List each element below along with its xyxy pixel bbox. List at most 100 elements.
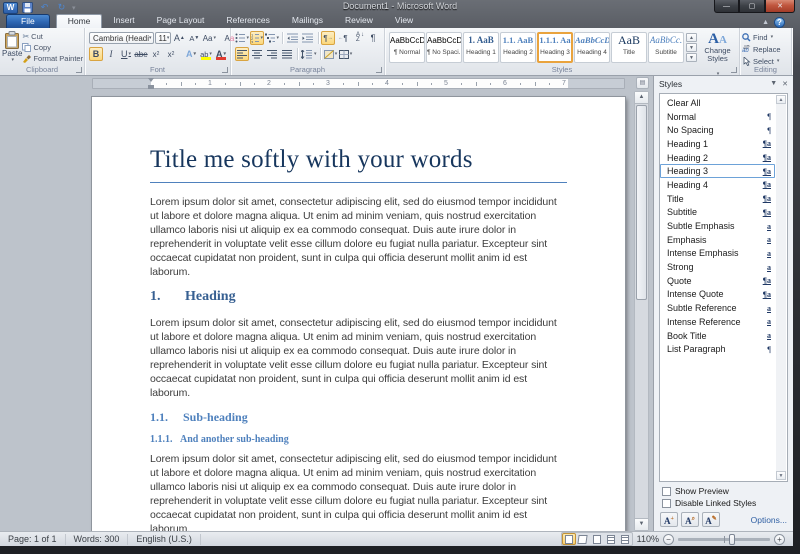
numbering-button[interactable]: 123▾ <box>250 31 264 45</box>
multilevel-list-button[interactable]: ▾ <box>265 31 279 45</box>
first-line-indent-marker[interactable] <box>148 78 154 82</box>
align-right-button[interactable] <box>265 47 279 61</box>
status-language[interactable]: English (U.S.) <box>128 534 201 545</box>
styles-pane-item-subtitle[interactable]: Subtitle¶a <box>660 206 775 220</box>
bullets-button[interactable]: ▾ <box>235 31 249 45</box>
align-left-button[interactable] <box>235 47 249 61</box>
styles-pane-item-no-spacing[interactable]: No Spacing¶ <box>660 123 775 137</box>
tab-mailings[interactable]: Mailings <box>281 14 334 28</box>
shrink-font-button[interactable]: A▼ <box>187 31 201 45</box>
styles-dialog-launcher-icon[interactable] <box>731 67 737 73</box>
decrease-indent-button[interactable] <box>286 31 300 45</box>
styles-pane-item-heading-1[interactable]: Heading 1¶a <box>660 137 775 151</box>
borders-button[interactable]: ▾ <box>339 47 353 61</box>
status-word-count[interactable]: Words: 300 <box>66 534 129 545</box>
view-web-layout-button[interactable] <box>590 533 604 545</box>
change-case-button[interactable]: Aa▾ <box>202 31 216 45</box>
vertical-scrollbar[interactable]: ▲ ▼ <box>634 91 649 531</box>
scrollbar-thumb[interactable] <box>636 105 647 300</box>
replace-button[interactable]: ab Replace <box>742 43 789 55</box>
zoom-level[interactable]: 110% <box>637 534 659 544</box>
styles-pane-item-heading-2[interactable]: Heading 2¶a <box>660 151 775 165</box>
minimize-ribbon-icon[interactable]: ▲ <box>762 19 769 26</box>
view-print-layout-button[interactable] <box>562 533 576 545</box>
options-link[interactable]: Options... <box>751 515 787 525</box>
document-page[interactable]: Title me softly with your wordsLorem ips… <box>92 97 625 531</box>
close-button[interactable]: ✕ <box>765 0 795 13</box>
right-to-left-text-button[interactable]: ←¶ <box>336 31 350 45</box>
styles-pane-item-heading-3[interactable]: Heading 3¶a <box>660 164 775 178</box>
style-inspector-button[interactable]: A⌕ <box>681 512 699 527</box>
maximize-button[interactable]: ▢ <box>739 0 765 13</box>
style-gallery-item-h2[interactable]: 1.1. AaBHeading 2 <box>500 32 536 63</box>
strikethrough-button[interactable]: abe <box>134 47 148 61</box>
tab-review[interactable]: Review <box>334 14 384 28</box>
highlight-color-button[interactable]: ab▾ <box>199 47 213 61</box>
styles-pane-item-intense-reference[interactable]: Intense Referencea <box>660 315 775 329</box>
text-effects-button[interactable]: A▾ <box>184 47 198 61</box>
tab-home[interactable]: Home <box>56 14 103 28</box>
styles-pane-item-subtle-reference[interactable]: Subtle Referencea <box>660 301 775 315</box>
help-icon[interactable]: ? <box>774 17 785 28</box>
show-preview-checkbox[interactable] <box>662 487 671 496</box>
tab-file[interactable]: File <box>6 14 50 28</box>
styles-pane-item-clear-all[interactable]: Clear All <box>660 96 775 110</box>
style-gallery-item-h4[interactable]: AaBbCcDHeading 4 <box>574 32 610 63</box>
status-page-count[interactable]: Page: 1 of 1 <box>0 534 66 545</box>
grow-font-button[interactable]: A▲ <box>172 31 186 45</box>
align-center-button[interactable] <box>250 47 264 61</box>
new-style-button[interactable]: A+ <box>660 512 678 527</box>
styles-pane-item-book-title[interactable]: Book Titlea <box>660 329 775 343</box>
styles-pane-item-intense-quote[interactable]: Intense Quote¶a <box>660 288 775 302</box>
ruler-toggle-button[interactable]: ▤ <box>636 77 649 89</box>
styles-scroll-down-icon[interactable]: ▼ <box>776 471 786 480</box>
styles-list-scrollbar[interactable]: ▲ ▼ <box>776 95 786 480</box>
show-preview-option[interactable]: Show Preview <box>662 485 793 497</box>
subscript-button[interactable]: x2 <box>149 47 163 61</box>
shading-button[interactable]: ▾ <box>324 47 338 61</box>
disable-linked-styles-checkbox[interactable] <box>662 499 671 508</box>
zoom-slider[interactable] <box>678 538 770 541</box>
style-gallery-item-title[interactable]: AaBTitle <box>611 32 647 63</box>
line-spacing-button[interactable]: ▾ <box>301 47 317 61</box>
tab-references[interactable]: References <box>215 14 280 28</box>
font-size-combo[interactable]: 11▾ <box>155 32 172 44</box>
tab-view[interactable]: View <box>384 14 424 28</box>
superscript-button[interactable]: x2 <box>164 47 178 61</box>
minimize-button[interactable]: — <box>714 0 739 13</box>
styles-pane-menu-icon[interactable]: ▼ <box>770 80 777 88</box>
styles-pane-item-heading-4[interactable]: Heading 4¶a <box>660 178 775 192</box>
left-to-right-text-button[interactable]: ¶→ <box>321 31 335 45</box>
gallery-scroll-down-icon[interactable]: ▼ <box>686 43 697 52</box>
show-hide-pilcrow-button[interactable]: ¶ <box>366 31 380 45</box>
copy-button[interactable]: Copy <box>22 43 83 53</box>
font-color-button[interactable]: A▾ <box>214 47 228 61</box>
style-gallery-item-h3[interactable]: 1.1.1. AaHeading 3 <box>537 32 573 63</box>
manage-styles-button[interactable]: A✎ <box>702 512 720 527</box>
font-dialog-launcher-icon[interactable] <box>222 67 228 73</box>
sort-button[interactable]: AZ↓ <box>351 31 365 45</box>
find-button[interactable]: Find▾ <box>742 31 789 43</box>
view-outline-button[interactable] <box>604 533 618 545</box>
styles-pane-item-emphasis[interactable]: Emphasisa <box>660 233 775 247</box>
clipboard-dialog-launcher-icon[interactable] <box>76 67 82 73</box>
style-gallery-item-subtitle[interactable]: AaBbCc.Subtitle <box>648 32 684 63</box>
increase-indent-button[interactable] <box>301 31 315 45</box>
scroll-up-icon[interactable]: ▲ <box>635 92 648 104</box>
styles-pane-item-strong[interactable]: Stronga <box>660 260 775 274</box>
font-name-combo[interactable]: Cambria (Headi▾ <box>89 32 154 44</box>
styles-pane-close-icon[interactable]: ✕ <box>782 80 788 88</box>
hanging-indent-marker[interactable] <box>148 85 154 89</box>
cut-button[interactable]: ✂Cut <box>22 32 83 42</box>
style-gallery-item-h1[interactable]: 1. AaBHeading 1 <box>463 32 499 63</box>
styles-pane-item-list-paragraph[interactable]: List Paragraph¶ <box>660 342 775 356</box>
styles-pane-item-subtle-emphasis[interactable]: Subtle Emphasisa <box>660 219 775 233</box>
style-gallery-item-nospacing[interactable]: AaBbCcDc¶ No Spaci... <box>426 32 462 63</box>
styles-pane-item-quote[interactable]: Quote¶a <box>660 274 775 288</box>
styles-pane-item-title[interactable]: Title¶a <box>660 192 775 206</box>
gallery-scroll-up-icon[interactable]: ▲ <box>686 33 697 42</box>
gallery-more-icon[interactable]: ▼ <box>686 53 697 62</box>
style-gallery-item-normal[interactable]: AaBbCcDx¶ Normal <box>389 32 425 63</box>
disable-linked-styles-option[interactable]: Disable Linked Styles <box>662 497 793 509</box>
underline-button[interactable]: U▾ <box>119 47 133 61</box>
